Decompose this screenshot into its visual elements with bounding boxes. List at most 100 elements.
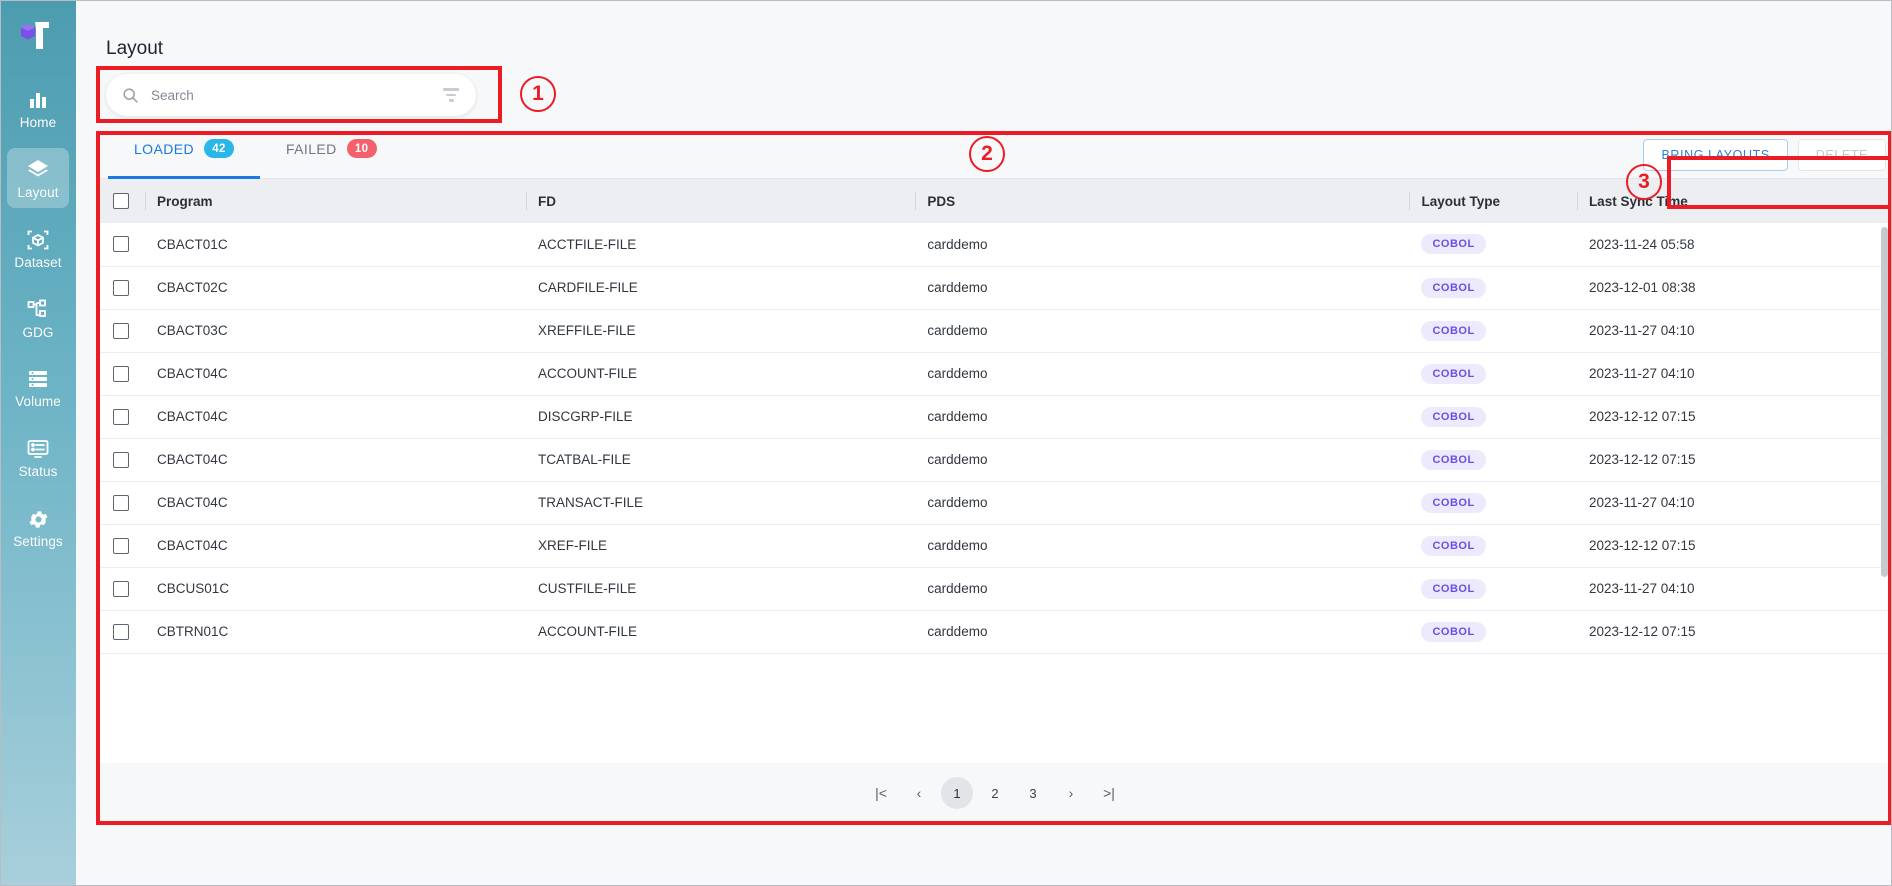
table-vertical-scrollbar[interactable]: [1881, 227, 1888, 577]
table-row[interactable]: CBACT04C TCATBAL-FILE carddemo COBOL 2023-12…: [99, 438, 1891, 482]
cell-fd: CUSTFILE-FILE: [526, 567, 916, 611]
table-row[interactable]: CBACT01C ACCTFILE-FILE carddemo COBOL 2023-1…: [99, 223, 1891, 267]
row-checkbox[interactable]: [113, 365, 129, 382]
sidebar-item-label: GDG: [22, 324, 54, 340]
row-checkbox[interactable]: [113, 494, 129, 511]
column-header-layout-type[interactable]: Layout Type: [1409, 179, 1577, 223]
column-header-last-sync-time[interactable]: Last Sync Time: [1576, 179, 1891, 223]
cell-last-sync-time: 2023-11-27 04:10: [1576, 481, 1891, 525]
sidebar-item-status[interactable]: Status: [7, 427, 69, 487]
layout-type-badge: COBOL: [1421, 621, 1486, 642]
app-root: Home Layout Dataset GDG Volume Status Se…: [0, 0, 1892, 886]
cell-pds: carddemo: [915, 352, 1410, 396]
table-row[interactable]: CBACT04C XREF-FILE carddemo COBOL 2023-12-12…: [99, 524, 1891, 568]
sidebar-item-volume[interactable]: Volume: [7, 357, 69, 417]
cell-layout-type: COBOL: [1409, 309, 1577, 353]
cell-pds: carddemo: [915, 395, 1410, 439]
filter-icon[interactable]: [440, 84, 462, 106]
cell-program: CBACT04C: [145, 395, 527, 439]
row-checkbox[interactable]: [113, 322, 129, 339]
table-row[interactable]: CBACT02C CARDFILE-FILE carddemo COBOL 2023-1…: [99, 266, 1891, 310]
cell-fd: ACCOUNT-FILE: [526, 352, 916, 396]
row-select-cell: [99, 223, 146, 267]
pagination-prev[interactable]: ‹: [903, 777, 935, 809]
cell-fd: TCATBAL-FILE: [526, 438, 916, 482]
cell-layout-type: COBOL: [1409, 395, 1577, 439]
sidebar-item-home[interactable]: Home: [7, 78, 69, 138]
tab-label: FAILED: [285, 140, 337, 157]
cell-program: CBTRN01C: [145, 610, 527, 654]
cell-layout-type: COBOL: [1409, 266, 1577, 310]
search-bar: [106, 74, 476, 116]
sidebar-item-label: Volume: [15, 394, 61, 410]
bring-layouts-button[interactable]: BRING LAYOUTS: [1643, 139, 1788, 171]
sidebar-item-dataset[interactable]: Dataset: [7, 218, 69, 278]
cell-program: CBACT04C: [145, 481, 527, 525]
sidebar-item-gdg[interactable]: GDG: [7, 288, 69, 348]
pagination-page-1[interactable]: 1: [941, 777, 973, 809]
search-box[interactable]: [106, 74, 476, 116]
column-header-program[interactable]: Program: [145, 179, 527, 223]
table-row[interactable]: CBACT04C ACCOUNT-FILE carddemo COBOL 2023-11…: [99, 352, 1891, 396]
tab-failed[interactable]: FAILED 10: [260, 131, 403, 178]
sidebar-item-label: Home: [19, 115, 57, 130]
pagination-last[interactable]: >|: [1093, 777, 1125, 809]
cell-pds: carddemo: [915, 223, 1410, 267]
cell-layout-type: COBOL: [1409, 567, 1577, 611]
pagination-next[interactable]: ›: [1055, 777, 1087, 809]
pagination-first[interactable]: |<: [865, 777, 897, 809]
row-checkbox[interactable]: [113, 580, 129, 597]
storage-icon: [25, 366, 51, 392]
row-select-cell: [99, 266, 146, 310]
sidebar-item-layout[interactable]: Layout: [7, 147, 69, 208]
column-header-pds[interactable]: PDS: [915, 179, 1410, 223]
cell-program: CBACT03C: [145, 309, 527, 353]
pagination-page-2[interactable]: 2: [979, 777, 1011, 809]
layers-icon: [25, 157, 51, 183]
table-row[interactable]: CBCUS01C CUSTFILE-FILE carddemo COBOL 2023-1…: [99, 567, 1891, 611]
sidebar-item-settings[interactable]: Settings: [7, 497, 69, 557]
cell-last-sync-time: 2023-11-27 04:10: [1576, 352, 1891, 396]
annotation-number-1: 1: [520, 76, 556, 112]
row-checkbox[interactable]: [113, 236, 129, 253]
table-row[interactable]: CBACT03C XREFFILE-FILE carddemo COBOL 2023-1…: [99, 309, 1891, 353]
cell-program: CBACT04C: [145, 524, 527, 568]
sidebar-item-label: Status: [18, 464, 58, 480]
row-checkbox[interactable]: [113, 451, 129, 468]
row-checkbox[interactable]: [113, 623, 129, 640]
table-row[interactable]: CBACT04C DISCGRP-FILE carddemo COBOL 2023-12…: [99, 395, 1891, 439]
cell-last-sync-time: 2023-11-27 04:10: [1576, 567, 1891, 611]
cell-last-sync-time: 2023-12-01 08:38: [1576, 266, 1891, 310]
row-checkbox[interactable]: [113, 408, 129, 425]
tab-list: LOADED 42 FAILED 10: [98, 131, 403, 179]
row-select-cell: [99, 610, 146, 654]
cell-last-sync-time: 2023-11-24 05:58: [1576, 223, 1891, 267]
cell-pds: carddemo: [915, 266, 1410, 310]
cell-program: CBACT04C: [145, 438, 527, 482]
cell-fd: CARDFILE-FILE: [526, 266, 916, 310]
row-select-cell: [99, 567, 146, 611]
cell-fd: XREF-FILE: [526, 524, 916, 568]
gear-icon: [25, 506, 51, 532]
brand-logo[interactable]: [0, 8, 76, 64]
layout-table: Program FD PDS Layout Type Last Sync Tim…: [99, 179, 1891, 654]
cell-pds: carddemo: [915, 524, 1410, 568]
cell-last-sync-time: 2023-11-27 04:10: [1576, 309, 1891, 353]
cell-pds: carddemo: [915, 481, 1410, 525]
search-input[interactable]: [151, 87, 440, 103]
layout-type-badge: COBOL: [1421, 406, 1486, 427]
row-checkbox[interactable]: [113, 279, 129, 296]
pagination-page-3[interactable]: 3: [1017, 777, 1049, 809]
table-row[interactable]: CBTRN01C ACCOUNT-FILE carddemo COBOL 2023-12…: [99, 610, 1891, 654]
tab-loaded[interactable]: LOADED 42: [108, 131, 260, 179]
search-icon: [122, 87, 139, 104]
layout-type-badge: COBOL: [1421, 535, 1486, 556]
layout-type-badge: COBOL: [1421, 492, 1486, 513]
failed-count-badge: 10: [346, 139, 377, 158]
row-checkbox[interactable]: [113, 537, 129, 554]
row-select-cell: [99, 481, 146, 525]
column-header-fd[interactable]: FD: [526, 179, 916, 223]
select-all-checkbox[interactable]: [113, 193, 129, 210]
cell-pds: carddemo: [915, 567, 1410, 611]
table-row[interactable]: CBACT04C TRANSACT-FILE carddemo COBOL 2023-1…: [99, 481, 1891, 525]
